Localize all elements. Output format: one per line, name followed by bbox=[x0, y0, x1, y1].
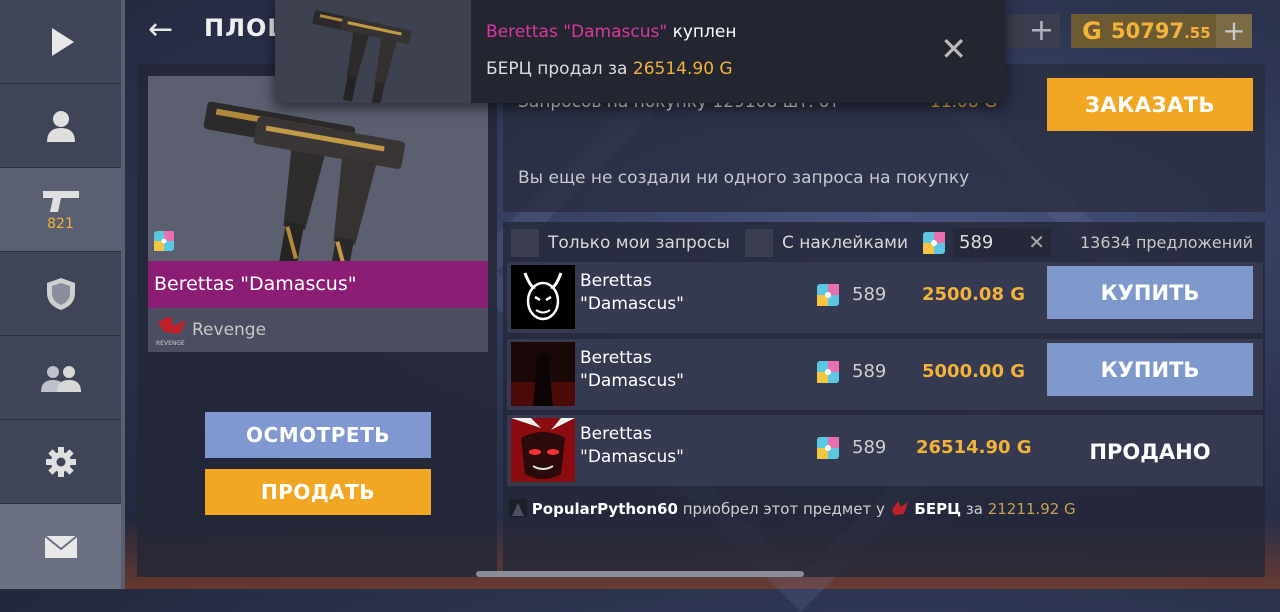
notification-detail: БЕРЦ продал за 26514.90 G bbox=[486, 59, 733, 79]
sidebar-item-inventory[interactable]: 821 bbox=[0, 168, 121, 252]
dark-figure-avatar bbox=[511, 342, 575, 406]
horizontal-scrollbar[interactable] bbox=[476, 571, 804, 577]
purchase-notification: Berettas "Damascus" куплен БЕРЦ продал з… bbox=[275, 0, 1005, 108]
buyer-name: PopularPython60 bbox=[531, 500, 678, 518]
sticker-dice-icon bbox=[817, 437, 839, 459]
offer-row: Berettas "Damascus" 589 26514.90 G ПРОДАН… bbox=[507, 415, 1263, 486]
my-requests-label: Только мои запросы bbox=[548, 233, 730, 253]
sticker-dice-icon bbox=[817, 361, 839, 383]
seller-avatar-icon bbox=[891, 501, 908, 515]
clan-name: Revenge bbox=[192, 320, 267, 340]
play-icon bbox=[51, 27, 74, 56]
with-stickers-label: С наклейками bbox=[782, 233, 909, 253]
sticker-filter-icon bbox=[923, 232, 945, 254]
sidebar-item-profile[interactable] bbox=[0, 84, 121, 168]
item-name: Berettas "Damascus" bbox=[148, 261, 488, 308]
no-orders-text: Вы еще не создали ни одного запроса на п… bbox=[518, 168, 970, 188]
back-arrow-icon[interactable]: ← bbox=[148, 12, 173, 47]
clan-logo-icon: REVENGE bbox=[156, 316, 186, 347]
offer-row: Berettas "Damascus" 589 2500.08 G КУПИТЬ bbox=[507, 262, 1263, 333]
order-button[interactable]: ЗАКАЗАТЬ bbox=[1047, 78, 1253, 131]
inventory-count: 821 bbox=[47, 215, 74, 232]
svg-text:REVENGE: REVENGE bbox=[156, 340, 185, 347]
history-text: приобрел этот предмет у bbox=[682, 500, 885, 518]
add-gold-button[interactable]: + bbox=[1216, 14, 1252, 48]
profile-icon bbox=[46, 110, 75, 142]
buyer-avatar-icon bbox=[509, 499, 527, 517]
sticker-dice-icon bbox=[817, 284, 839, 306]
gear-icon bbox=[45, 446, 76, 477]
offer-item-name: Berettas "Damascus" bbox=[580, 348, 684, 391]
mail-icon bbox=[43, 534, 78, 558]
offer-item-name: Berettas "Damascus" bbox=[580, 424, 684, 467]
berettas-image bbox=[154, 101, 406, 279]
history-price: 21211.92 G bbox=[987, 500, 1076, 518]
sidebar-item-friends[interactable] bbox=[0, 336, 121, 420]
notification-title: Berettas "Damascus" куплен bbox=[486, 22, 737, 42]
add-currency-button[interactable]: + bbox=[1029, 14, 1054, 48]
purchase-history-line: PopularPython60 приобрел этот предмет у … bbox=[509, 498, 1076, 518]
devil-avatar bbox=[511, 265, 575, 329]
offer-price: 5000.00 G bbox=[922, 361, 1026, 382]
buy-button[interactable]: КУПИТЬ bbox=[1047, 343, 1253, 396]
sticker-dice-icon bbox=[154, 231, 174, 251]
notification-item-image bbox=[275, 0, 471, 108]
pistol-icon bbox=[42, 190, 79, 212]
view-button[interactable]: ОСМОТРЕТЬ bbox=[205, 412, 431, 458]
offer-sticker-number: 589 bbox=[852, 361, 887, 382]
offers-count: 13634 предложений bbox=[1079, 233, 1253, 252]
sidebar-item-play[interactable] bbox=[0, 0, 121, 84]
gold-icon: G bbox=[1082, 17, 1102, 45]
offer-price: 2500.08 G bbox=[922, 284, 1026, 305]
sticker-search-input[interactable]: 589 ✕ bbox=[953, 228, 1051, 258]
sold-status: ПРОДАНО bbox=[1089, 439, 1211, 464]
offer-sticker-number: 589 bbox=[852, 284, 887, 305]
red-anime-avatar bbox=[511, 418, 575, 482]
with-stickers-checkbox[interactable] bbox=[745, 229, 773, 257]
item-image bbox=[148, 76, 488, 279]
sidebar: 821 bbox=[0, 0, 121, 590]
buy-button[interactable]: КУПИТЬ bbox=[1047, 266, 1253, 319]
gold-value: 50797.55 bbox=[1111, 19, 1211, 43]
sidebar-item-mail[interactable] bbox=[0, 504, 121, 590]
offer-item-name: Berettas "Damascus" bbox=[580, 271, 684, 314]
friends-icon bbox=[40, 365, 81, 392]
offer-price: 26514.90 G bbox=[916, 437, 1032, 458]
gold-balance: G 50797.55 + bbox=[1071, 14, 1252, 48]
sidebar-item-settings[interactable] bbox=[0, 420, 121, 504]
my-requests-checkbox[interactable] bbox=[511, 229, 539, 257]
offer-row: Berettas "Damascus" 589 5000.00 G КУПИТЬ bbox=[507, 339, 1263, 410]
history-for: за bbox=[965, 500, 983, 518]
offer-sticker-number: 589 bbox=[852, 437, 887, 458]
seller-name: БЕРЦ bbox=[914, 500, 961, 518]
clear-search-icon[interactable]: ✕ bbox=[1028, 230, 1045, 254]
sell-button[interactable]: ПРОДАТЬ bbox=[205, 469, 431, 515]
close-icon[interactable]: ✕ bbox=[940, 30, 967, 68]
shield-icon bbox=[46, 277, 75, 310]
sidebar-divider bbox=[121, 0, 125, 589]
sidebar-item-clan[interactable] bbox=[0, 252, 121, 336]
item-clan: REVENGE Revenge bbox=[148, 308, 488, 352]
sticker-search-value: 589 bbox=[959, 232, 994, 253]
